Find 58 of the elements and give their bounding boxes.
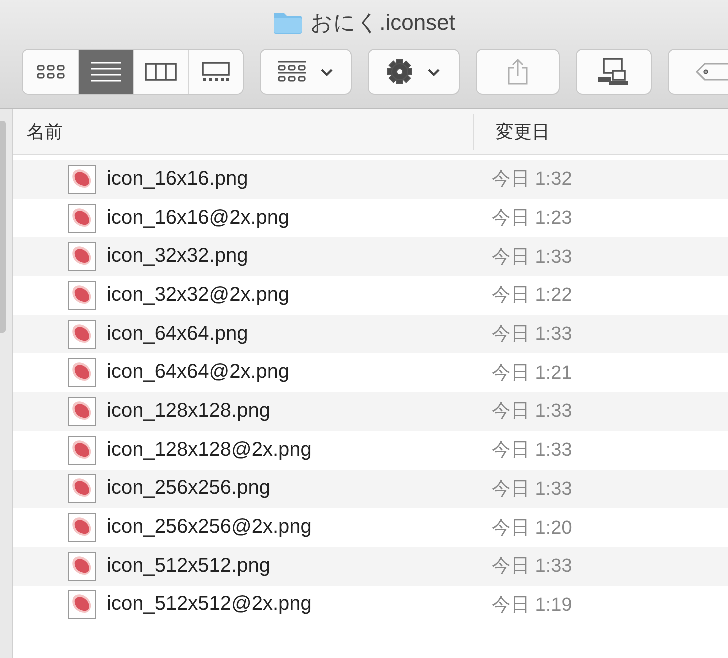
file-name[interactable]: icon_128x128.png: [107, 400, 270, 423]
computer-icon: [598, 58, 630, 86]
folder-icon: [272, 12, 303, 34]
file-name[interactable]: icon_32x32@2x.png: [107, 284, 290, 307]
file-name[interactable]: icon_128x128@2x.png: [107, 438, 312, 462]
gear-icon: [387, 59, 413, 85]
file-name[interactable]: icon_256x256.png: [107, 477, 270, 500]
modified-date: 今日 1:33: [491, 439, 574, 464]
modified-date: 今日 1:23: [491, 207, 574, 232]
file-name[interactable]: icon_64x64.png: [107, 322, 248, 346]
modified-date: 今日 1:19: [491, 594, 574, 618]
meat-file-icon: [68, 280, 96, 310]
modified-date: 今日 1:32: [491, 168, 574, 192]
meat-file-icon: [68, 320, 96, 349]
group-button[interactable]: [260, 49, 352, 95]
meat-file-icon: [68, 358, 96, 388]
chevron-down-icon: [320, 68, 334, 76]
modified-date: 今日 1:33: [491, 400, 574, 424]
gallery-view-button[interactable]: [188, 50, 243, 94]
file-name[interactable]: icon_32x32.png: [107, 245, 248, 268]
connect-button[interactable]: [576, 49, 652, 95]
file-name[interactable]: icon_256x256@2x.png: [107, 516, 312, 540]
meat-file-icon: [68, 590, 96, 620]
meat-file-icon: [68, 204, 96, 233]
column-header[interactable]: 変更日: [473, 114, 728, 150]
chevron-down-icon: [427, 68, 441, 76]
window-title: おにく.iconset: [310, 9, 456, 37]
file-name[interactable]: icon_512x512@2x.png: [107, 593, 312, 616]
tag-icon: [696, 63, 728, 81]
file-name[interactable]: icon_16x16.png: [107, 168, 248, 191]
meat-file-icon: [68, 396, 96, 426]
modified-date: 今日 1:33: [491, 323, 574, 348]
columns-icon: [145, 63, 177, 81]
file-name[interactable]: icon_64x64@2x.png: [107, 361, 290, 384]
meat-file-icon: [68, 552, 96, 581]
meat-file-icon: [68, 436, 96, 465]
meat-file-icon: [68, 242, 96, 272]
modified-date: 今日 1:22: [491, 284, 574, 308]
group-grid-icon: [278, 61, 306, 83]
share-icon: [507, 58, 529, 86]
modified-date: 今日 1:21: [491, 362, 574, 386]
meat-file-icon: [68, 164, 96, 194]
column-header[interactable]: 名前: [13, 120, 473, 144]
list-icon: [91, 61, 121, 83]
modified-date: 今日 1:20: [491, 516, 574, 541]
gallery-icon: [202, 62, 230, 82]
modified-date: 今日 1:33: [491, 478, 574, 502]
meat-file-icon: [68, 513, 96, 542]
file-name[interactable]: icon_512x512.png: [107, 554, 270, 578]
action-button[interactable]: [368, 49, 460, 95]
view-mode-control[interactable]: [22, 49, 244, 95]
icon-grid-icon: [36, 64, 66, 80]
list-view-button[interactable]: [78, 50, 133, 94]
modified-date: 今日 1:33: [491, 246, 574, 270]
file-name[interactable]: icon_16x16@2x.png: [107, 206, 290, 230]
meat-file-icon: [68, 474, 96, 504]
scroll-bar[interactable]: [0, 121, 6, 333]
modified-date: 今日 1:33: [491, 555, 574, 580]
